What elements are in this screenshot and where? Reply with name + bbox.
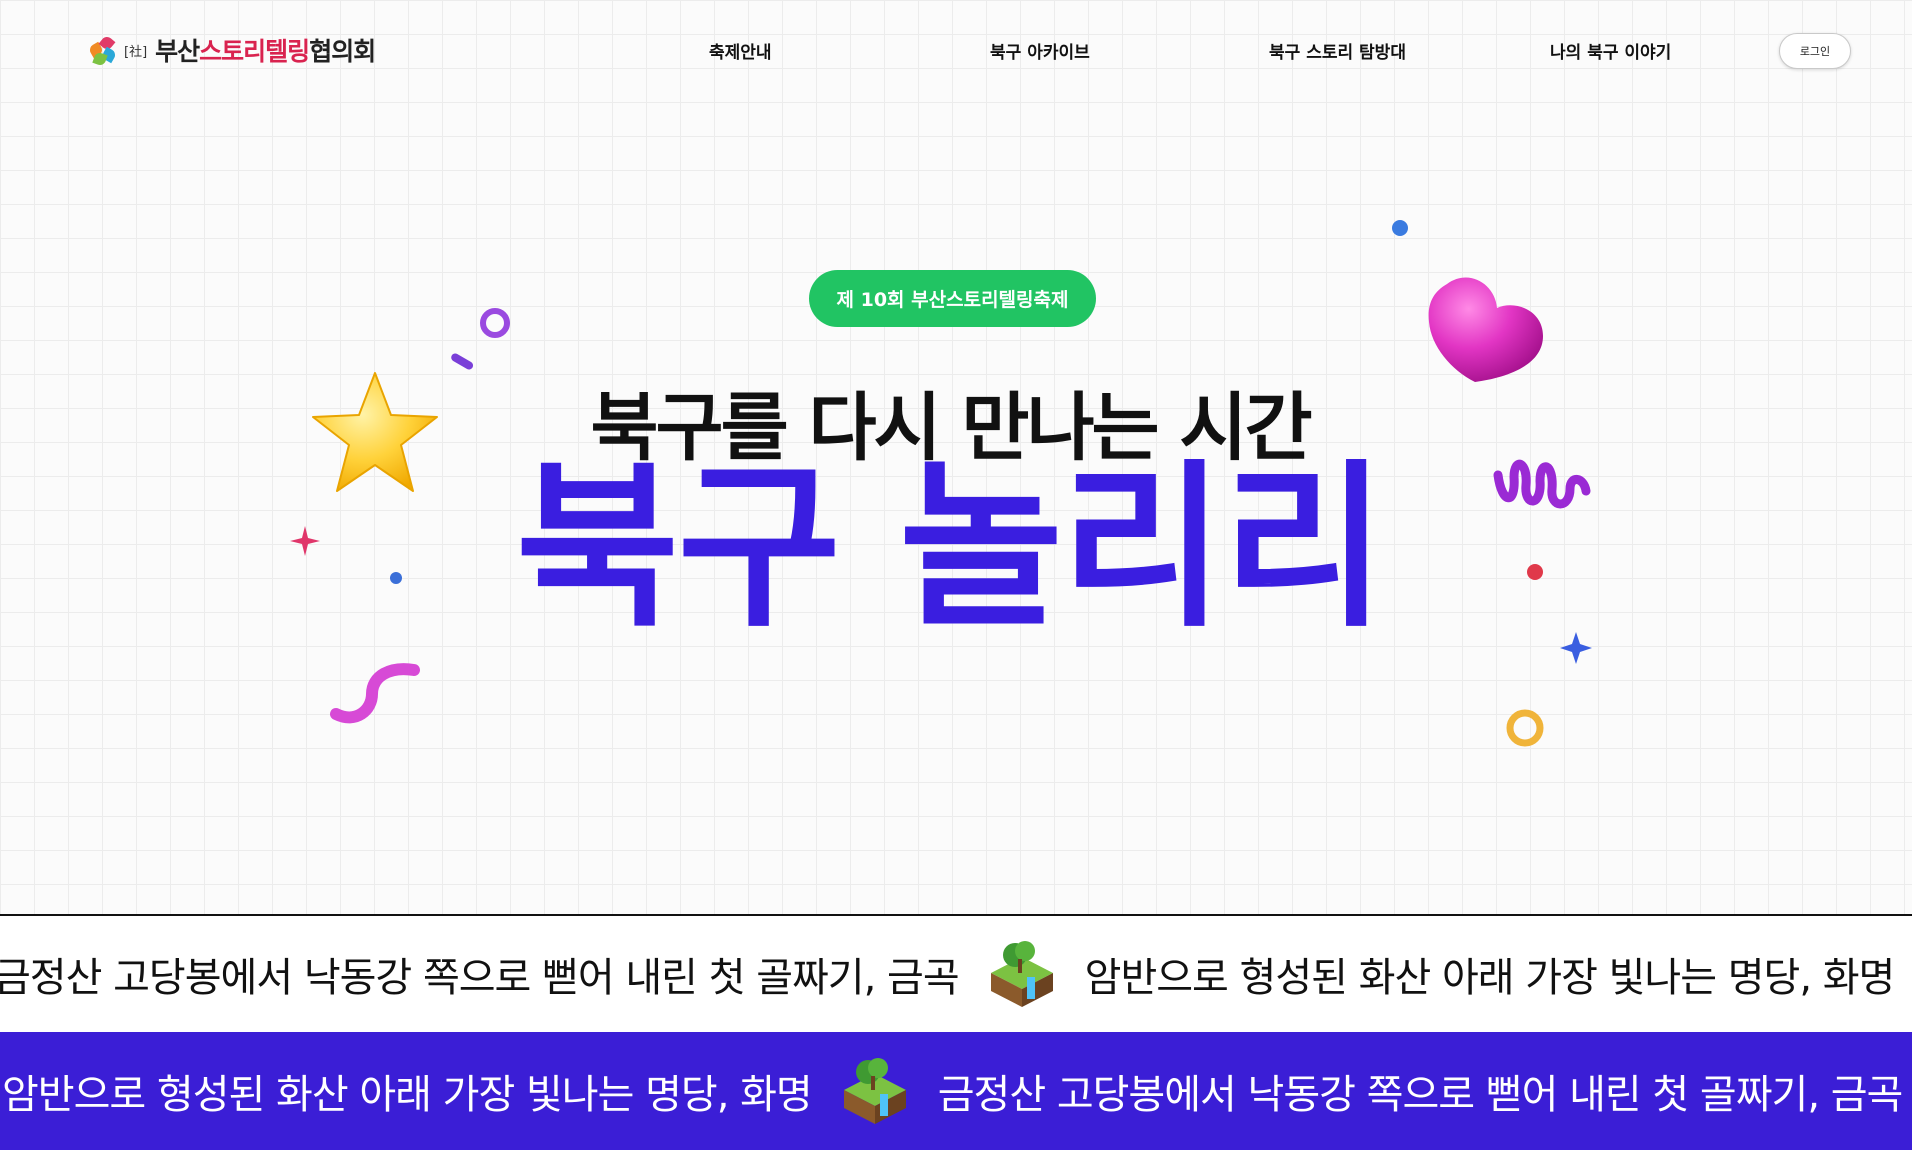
squiggle-icon bbox=[330, 663, 420, 724]
heart-icon bbox=[1428, 277, 1543, 382]
page: [社] 부산스토리텔링협의회 축제안내 북구 아카이브 북구 스토리 탐방대 나… bbox=[0, 0, 1912, 1150]
ticker-row-2: 암반으로 형성된 화산 아래 가장 빛나는 명당, 화명 금정산 고당봉에서 낙… bbox=[0, 1032, 1912, 1150]
nav-story-tour[interactable]: 북구 스토리 탐방대 bbox=[1269, 38, 1406, 63]
logo-prefix: [社] bbox=[124, 44, 148, 60]
ticker-item: 암반으로 형성된 화산 아래 가장 빛나는 명당, 화명 bbox=[2, 1072, 813, 1118]
logo-pinwheel-icon bbox=[87, 34, 118, 67]
ticker-item: 암반으로 형성된 화산 아래 가장 빛나는 명당, 화명 bbox=[1084, 955, 1896, 1001]
dot-icon bbox=[390, 572, 402, 584]
dot-icon bbox=[1527, 564, 1543, 580]
ticker-item: 금정산 고당봉에서 낙동강 쪽으로 뻗어 내린 첫 골짜기, 금곡 bbox=[937, 1072, 1904, 1118]
stick-icon bbox=[451, 353, 474, 370]
site-header: [社] 부산스토리텔링협의회 축제안내 북구 아카이브 북구 스토리 탐방대 나… bbox=[0, 0, 1912, 102]
sparkle-icon bbox=[1560, 632, 1592, 664]
festival-badge: 제 10회 부산스토리텔링축제 bbox=[809, 270, 1096, 327]
ring-icon bbox=[480, 308, 510, 338]
logo-text: 부산스토리텔링협의회 bbox=[155, 37, 376, 66]
login-button[interactable]: 로그인 bbox=[1779, 33, 1851, 69]
nav-bukgu-archive[interactable]: 북구 아카이브 bbox=[990, 38, 1090, 63]
dot-icon bbox=[1392, 220, 1408, 236]
ticker-item: 금정산 고당봉에서 낙동강 쪽으로 뻗어 내린 첫 골짜기, 금곡 bbox=[0, 955, 960, 1001]
ring-icon bbox=[1506, 709, 1544, 747]
island-icon bbox=[843, 1058, 906, 1124]
ticker-row-1: 금정산 고당봉에서 낙동강 쪽으로 뻗어 내린 첫 골짜기, 금곡 암반으로 형… bbox=[0, 914, 1912, 1032]
nav-my-story[interactable]: 나의 북구 이야기 bbox=[1550, 38, 1671, 63]
island-icon bbox=[990, 941, 1053, 1007]
hero-title: 북구 놀리리 bbox=[515, 444, 1387, 651]
sparkle-icon bbox=[290, 526, 320, 556]
nav-festival-info[interactable]: 축제안내 bbox=[709, 38, 772, 63]
spring-icon bbox=[1493, 459, 1591, 509]
site-logo[interactable]: [社] 부산스토리텔링협의회 bbox=[87, 30, 376, 70]
